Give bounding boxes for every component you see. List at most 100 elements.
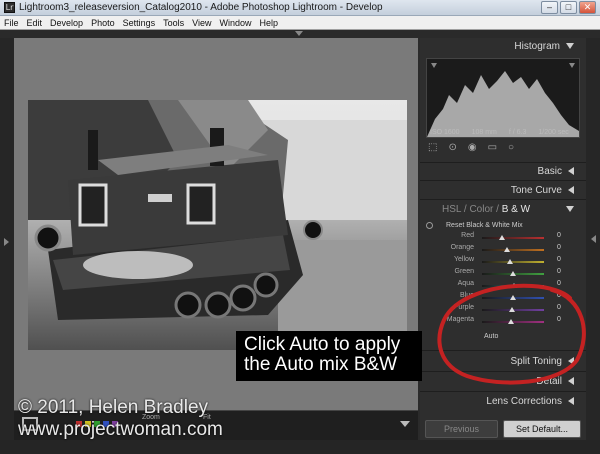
panel-divider bbox=[420, 199, 586, 200]
bw-slider-row[interactable]: Blue 0 bbox=[424, 292, 564, 303]
target-adjustment-icon[interactable] bbox=[426, 222, 433, 229]
menu-edit[interactable]: Edit bbox=[23, 18, 47, 28]
bw-slider-thumb[interactable] bbox=[508, 307, 515, 312]
tone-curve-panel-header[interactable]: Tone Curve bbox=[511, 185, 574, 196]
detail-panel-header[interactable]: Detail bbox=[536, 376, 574, 387]
bw-slider-track[interactable] bbox=[482, 249, 544, 251]
lightroom-app-icon: Lr bbox=[4, 2, 15, 13]
split-toning-panel-header[interactable]: Split Toning bbox=[510, 356, 574, 367]
hsl-color-bw-tabs: HSL / Color / B & W bbox=[442, 204, 530, 215]
workspace: Zoom Fit Histogram ISO 1600 108 mm f / 6… bbox=[0, 30, 600, 454]
bw-slider-value[interactable]: 0 bbox=[557, 316, 561, 323]
bw-slider-row[interactable]: Green 0 bbox=[424, 268, 564, 279]
maximize-button[interactable]: □ bbox=[560, 1, 577, 14]
menu-settings[interactable]: Settings bbox=[119, 18, 160, 28]
bw-slider-value[interactable]: 0 bbox=[557, 232, 561, 239]
red-eye-icon[interactable]: ◉ bbox=[468, 142, 477, 153]
bw-slider-track[interactable] bbox=[482, 261, 544, 263]
panel-divider bbox=[420, 162, 586, 163]
bw-slider-label: Red bbox=[461, 232, 474, 239]
menu-file[interactable]: File bbox=[0, 18, 23, 28]
previous-button[interactable]: Previous bbox=[425, 420, 498, 438]
top-panel-arrow-icon[interactable] bbox=[295, 31, 303, 36]
reset-bw-mix-label[interactable]: Reset Black & White Mix bbox=[446, 222, 523, 229]
left-panel-toggle-strip[interactable] bbox=[0, 38, 14, 454]
toolbar-menu-chevron-down-icon[interactable] bbox=[400, 421, 410, 427]
tab-bw[interactable]: B & W bbox=[502, 204, 530, 215]
bw-slider-value[interactable]: 0 bbox=[557, 280, 561, 287]
bw-slider-value[interactable]: 0 bbox=[557, 292, 561, 299]
callout-line-1: Click Auto to apply bbox=[244, 334, 401, 355]
tone-curve-title: Tone Curve bbox=[510, 185, 562, 196]
panel-divider bbox=[420, 391, 586, 392]
histogram-title: Histogram bbox=[514, 41, 560, 52]
adjustment-brush-icon[interactable]: ○ bbox=[508, 142, 514, 153]
tab-separator: / bbox=[463, 204, 467, 215]
expand-chevron-left-icon bbox=[568, 377, 574, 386]
bw-slider-label: Orange bbox=[450, 244, 474, 251]
bw-slider-thumb[interactable] bbox=[511, 283, 518, 288]
bw-slider-row[interactable]: Yellow 0 bbox=[424, 256, 564, 267]
shutter-value: 1/200 sec bbox=[538, 129, 569, 136]
hsl-collapse-toggle[interactable] bbox=[560, 204, 574, 215]
bw-slider-value[interactable]: 0 bbox=[557, 244, 561, 251]
histogram-graph[interactable] bbox=[426, 58, 580, 138]
left-panel-arrow-icon[interactable] bbox=[4, 238, 9, 246]
expand-chevron-left-icon bbox=[568, 357, 574, 366]
auto-button[interactable]: Auto bbox=[484, 333, 498, 340]
set-default-button[interactable]: Set Default... bbox=[503, 420, 581, 438]
expand-chevron-left-icon bbox=[568, 397, 574, 406]
basic-panel-header[interactable]: Basic bbox=[538, 166, 574, 177]
collapse-chevron-down-icon bbox=[566, 43, 574, 50]
bw-slider-row[interactable]: Orange 0 bbox=[424, 244, 564, 255]
split-toning-title: Split Toning bbox=[510, 356, 562, 367]
expand-chevron-left-icon bbox=[568, 186, 574, 195]
bw-slider-row[interactable]: Purple 0 bbox=[424, 304, 564, 315]
bw-slider-thumb[interactable] bbox=[510, 295, 516, 300]
bw-slider-row[interactable]: Aqua 0 bbox=[424, 280, 564, 291]
bw-slider-thumb[interactable] bbox=[503, 247, 510, 252]
bw-slider-label: Magenta bbox=[446, 316, 474, 323]
bw-slider-value[interactable]: 0 bbox=[557, 256, 561, 263]
detail-title: Detail bbox=[536, 376, 562, 387]
tab-separator: / bbox=[496, 204, 499, 215]
menu-view[interactable]: View bbox=[188, 18, 215, 28]
close-button[interactable]: ✕ bbox=[579, 1, 596, 14]
bw-slider-thumb[interactable] bbox=[499, 235, 506, 240]
bw-slider-track[interactable] bbox=[482, 237, 544, 239]
menu-photo[interactable]: Photo bbox=[87, 18, 119, 28]
bw-slider-thumb[interactable] bbox=[507, 319, 514, 324]
bw-slider-value[interactable]: 0 bbox=[557, 268, 561, 275]
bw-slider-thumb[interactable] bbox=[510, 271, 516, 276]
menu-help[interactable]: Help bbox=[256, 18, 283, 28]
bw-slider-value[interactable]: 0 bbox=[557, 304, 561, 311]
lens-corrections-panel-header[interactable]: Lens Corrections bbox=[486, 396, 574, 407]
panel-divider bbox=[420, 180, 586, 181]
expand-chevron-left-icon bbox=[568, 167, 574, 176]
minimize-button[interactable]: – bbox=[541, 1, 558, 14]
crop-icon[interactable]: ⬚ bbox=[428, 142, 437, 153]
panel-divider bbox=[420, 371, 586, 372]
spot-removal-icon[interactable]: ⊙ bbox=[448, 142, 456, 153]
bw-slider-label: Purple bbox=[453, 304, 474, 311]
graduated-filter-icon[interactable]: ▭ bbox=[488, 142, 497, 153]
bw-slider-thumb[interactable] bbox=[506, 259, 513, 264]
develop-right-panel: Histogram ISO 1600 108 mm f / 6.3 1/200 … bbox=[420, 38, 586, 440]
bw-slider-row[interactable]: Magenta 0 bbox=[424, 316, 564, 327]
boat-photo bbox=[28, 100, 407, 350]
histogram-panel-header[interactable]: Histogram bbox=[514, 41, 574, 52]
aperture-value: f / 6.3 bbox=[508, 129, 527, 136]
tab-color[interactable]: Color bbox=[469, 204, 493, 215]
menu-window[interactable]: Window bbox=[216, 18, 256, 28]
bw-slider-row[interactable]: Red 0 bbox=[424, 232, 564, 243]
panel-divider bbox=[420, 350, 586, 351]
tab-hsl[interactable]: HSL bbox=[442, 204, 461, 215]
copyright-watermark: © 2011, Helen Bradley bbox=[18, 397, 209, 418]
top-panel-toggle-strip[interactable] bbox=[0, 30, 600, 38]
right-panel-arrow-icon[interactable] bbox=[591, 235, 596, 243]
bottom-panel-toggle-strip[interactable] bbox=[0, 440, 600, 454]
collapse-chevron-down-icon bbox=[566, 206, 574, 213]
bw-slider-label: Green bbox=[454, 268, 474, 275]
menu-develop[interactable]: Develop bbox=[46, 18, 87, 28]
menu-tools[interactable]: Tools bbox=[159, 18, 188, 28]
